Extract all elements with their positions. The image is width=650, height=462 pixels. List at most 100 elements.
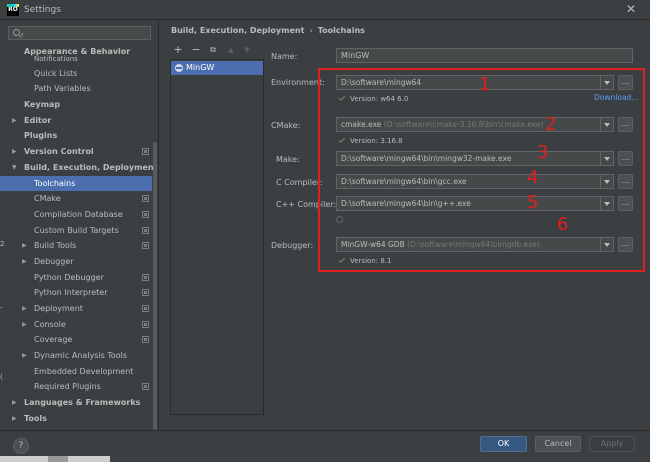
sidebar-item-label: Build Tools: [34, 241, 77, 251]
project-settings-icon: [142, 305, 149, 312]
make-label: Make:: [276, 155, 300, 164]
add-toolchain-button[interactable]: +: [172, 44, 184, 56]
project-settings-icon: [142, 273, 149, 281]
sidebar-item-plugins[interactable]: Plugins: [0, 128, 152, 144]
sidebar-item-dynamic-analysis-tools[interactable]: ▶ Dynamic Analysis Tools: [0, 348, 152, 364]
sidebar-item-build-execution-deployment[interactable]: ▼ Build, Execution, Deployment: [0, 160, 157, 176]
annotation-box: [318, 68, 645, 272]
sidebar-item-label: Custom Build Targets: [34, 225, 119, 235]
sidebar-item-label: Build, Execution, Deployment: [24, 162, 158, 172]
annotation-number: 5: [527, 192, 539, 213]
title-bar: RO Settings ✕: [0, 0, 650, 20]
cancel-button[interactable]: Cancel: [535, 436, 581, 452]
breadcrumb-parent[interactable]: Build, Execution, Deployment: [171, 26, 304, 35]
settings-tree: Appearance & Behavior Notifications Quick …: [0, 44, 157, 427]
toolchain-icon: [175, 64, 183, 72]
name-input[interactable]: MinGW: [336, 48, 633, 63]
sidebar-item-label: Compilation Database: [34, 209, 123, 219]
sidebar-item-label: Languages & Frameworks: [24, 398, 141, 408]
sidebar-item-label: Debugger: [34, 256, 74, 266]
background-fragment: (: [0, 373, 3, 381]
chevron-right-icon[interactable]: ▶: [22, 238, 27, 254]
sidebar-item-label: Version Control: [24, 147, 94, 157]
sidebar-item-toolchains[interactable]: Toolchains: [0, 175, 152, 192]
chevron-right-icon[interactable]: ▶: [12, 411, 17, 427]
sidebar-item-deployment[interactable]: ▶ Deployment: [0, 301, 152, 317]
sidebar-item-embedded-development[interactable]: Embedded Development: [0, 364, 152, 380]
sidebar-scrollbar[interactable]: [152, 44, 158, 430]
sidebar-item-compilation-database[interactable]: Compilation Database: [0, 207, 152, 223]
annotation-number: 4: [527, 167, 539, 188]
sidebar-item-coverage[interactable]: Coverage: [0, 332, 152, 348]
sidebar-item-keymap[interactable]: Keymap: [0, 97, 152, 113]
move-up-button[interactable]: ▲: [225, 44, 237, 56]
sidebar-item-languages-frameworks[interactable]: ▶ Languages & Frameworks: [0, 395, 152, 411]
project-settings-icon: [142, 226, 149, 234]
copy-toolchain-button[interactable]: ⧉: [207, 44, 219, 56]
toolchain-item-mingw[interactable]: MinGW: [171, 61, 263, 75]
sidebar-item-label: Dynamic Analysis Tools: [34, 351, 128, 361]
sidebar-item-label: Toolchains: [34, 178, 76, 188]
sidebar-item-build-tools[interactable]: ▶ Build Tools: [0, 238, 152, 254]
sidebar-item-label: Required Plugins: [34, 382, 101, 392]
sidebar-item-python-interpreter[interactable]: Python Interpreter: [0, 285, 152, 301]
chevron-right-icon[interactable]: ▶: [12, 144, 17, 160]
sidebar-item-label: Quick Lists: [34, 68, 78, 78]
help-button[interactable]: ?: [13, 438, 29, 454]
breadcrumb-separator: ›: [309, 26, 313, 35]
sidebar-item-label: Plugins: [24, 131, 58, 141]
search-input[interactable]: ▾: [8, 26, 151, 40]
search-icon: [13, 29, 20, 36]
sidebar-item-tools[interactable]: ▶ Tools: [0, 411, 152, 427]
chevron-down-icon[interactable]: ▼: [12, 160, 17, 176]
project-settings-icon: [142, 383, 149, 391]
annotation-number: 2: [545, 114, 557, 135]
project-settings-icon: [142, 336, 149, 344]
project-settings-icon: [142, 242, 149, 250]
breadcrumb-current: Toolchains: [317, 26, 365, 35]
remove-toolchain-button[interactable]: −: [190, 44, 202, 56]
sidebar-item-editor[interactable]: ▶ Editor: [0, 113, 152, 129]
sidebar-scrollbar-thumb[interactable]: [153, 142, 157, 430]
sidebar-item-label: Coverage: [34, 335, 73, 345]
annotation-number: 6: [557, 214, 569, 235]
sidebar-item-version-control[interactable]: ▶ Version Control: [0, 144, 152, 160]
chevron-right-icon[interactable]: ▶: [22, 317, 27, 333]
breadcrumb: Build, Execution, Deployment › Toolchains: [171, 26, 365, 35]
chevron-right-icon[interactable]: ▶: [12, 395, 17, 411]
sidebar-item-cmake[interactable]: CMake: [0, 191, 152, 207]
taskbar-fragment: [0, 456, 110, 462]
chevron-right-icon[interactable]: ▶: [22, 348, 27, 364]
project-settings-icon: [142, 320, 149, 328]
toolchain-name: MinGW: [186, 63, 215, 72]
chevron-right-icon[interactable]: ▶: [22, 301, 27, 317]
toolchain-list: MinGW: [170, 59, 264, 415]
sidebar-item-required-plugins[interactable]: Required Plugins: [0, 379, 152, 395]
window-title: Settings: [24, 5, 61, 15]
sidebar-item-quick-lists[interactable]: Quick Lists: [0, 66, 152, 82]
clion-app-icon: RO: [7, 4, 19, 16]
chevron-right-icon[interactable]: ▶: [22, 254, 27, 270]
background-fragment: -: [0, 304, 3, 312]
sidebar-item-label: Python Interpreter: [34, 288, 108, 298]
search-dropdown-icon[interactable]: ▾: [21, 32, 24, 38]
sidebar-item-console[interactable]: ▶ Console: [0, 317, 152, 333]
apply-button[interactable]: Apply: [589, 436, 635, 452]
move-down-button[interactable]: ▼: [241, 44, 253, 56]
background-fragment: 2: [0, 240, 5, 248]
sidebar-item-path-variables[interactable]: Path Variables: [0, 81, 152, 97]
c-compiler-label: C Compiler:: [276, 178, 323, 187]
close-icon[interactable]: ✕: [626, 2, 636, 16]
sidebar-item-debugger[interactable]: ▶ Debugger: [0, 254, 152, 270]
sidebar-item-custom-build-targets[interactable]: Custom Build Targets: [0, 223, 152, 239]
sidebar-item-label: CMake: [34, 194, 61, 204]
sidebar-item-python-debugger[interactable]: Python Debugger: [0, 270, 152, 286]
project-settings-icon: [142, 289, 149, 297]
project-settings-icon: [142, 195, 149, 203]
name-label: Name:: [271, 52, 298, 61]
project-settings-icon: [142, 148, 149, 156]
sidebar-item-label: Path Variables: [34, 84, 91, 94]
ok-button[interactable]: OK: [480, 436, 527, 452]
project-settings-icon: [142, 210, 149, 218]
chevron-right-icon[interactable]: ▶: [12, 113, 17, 129]
